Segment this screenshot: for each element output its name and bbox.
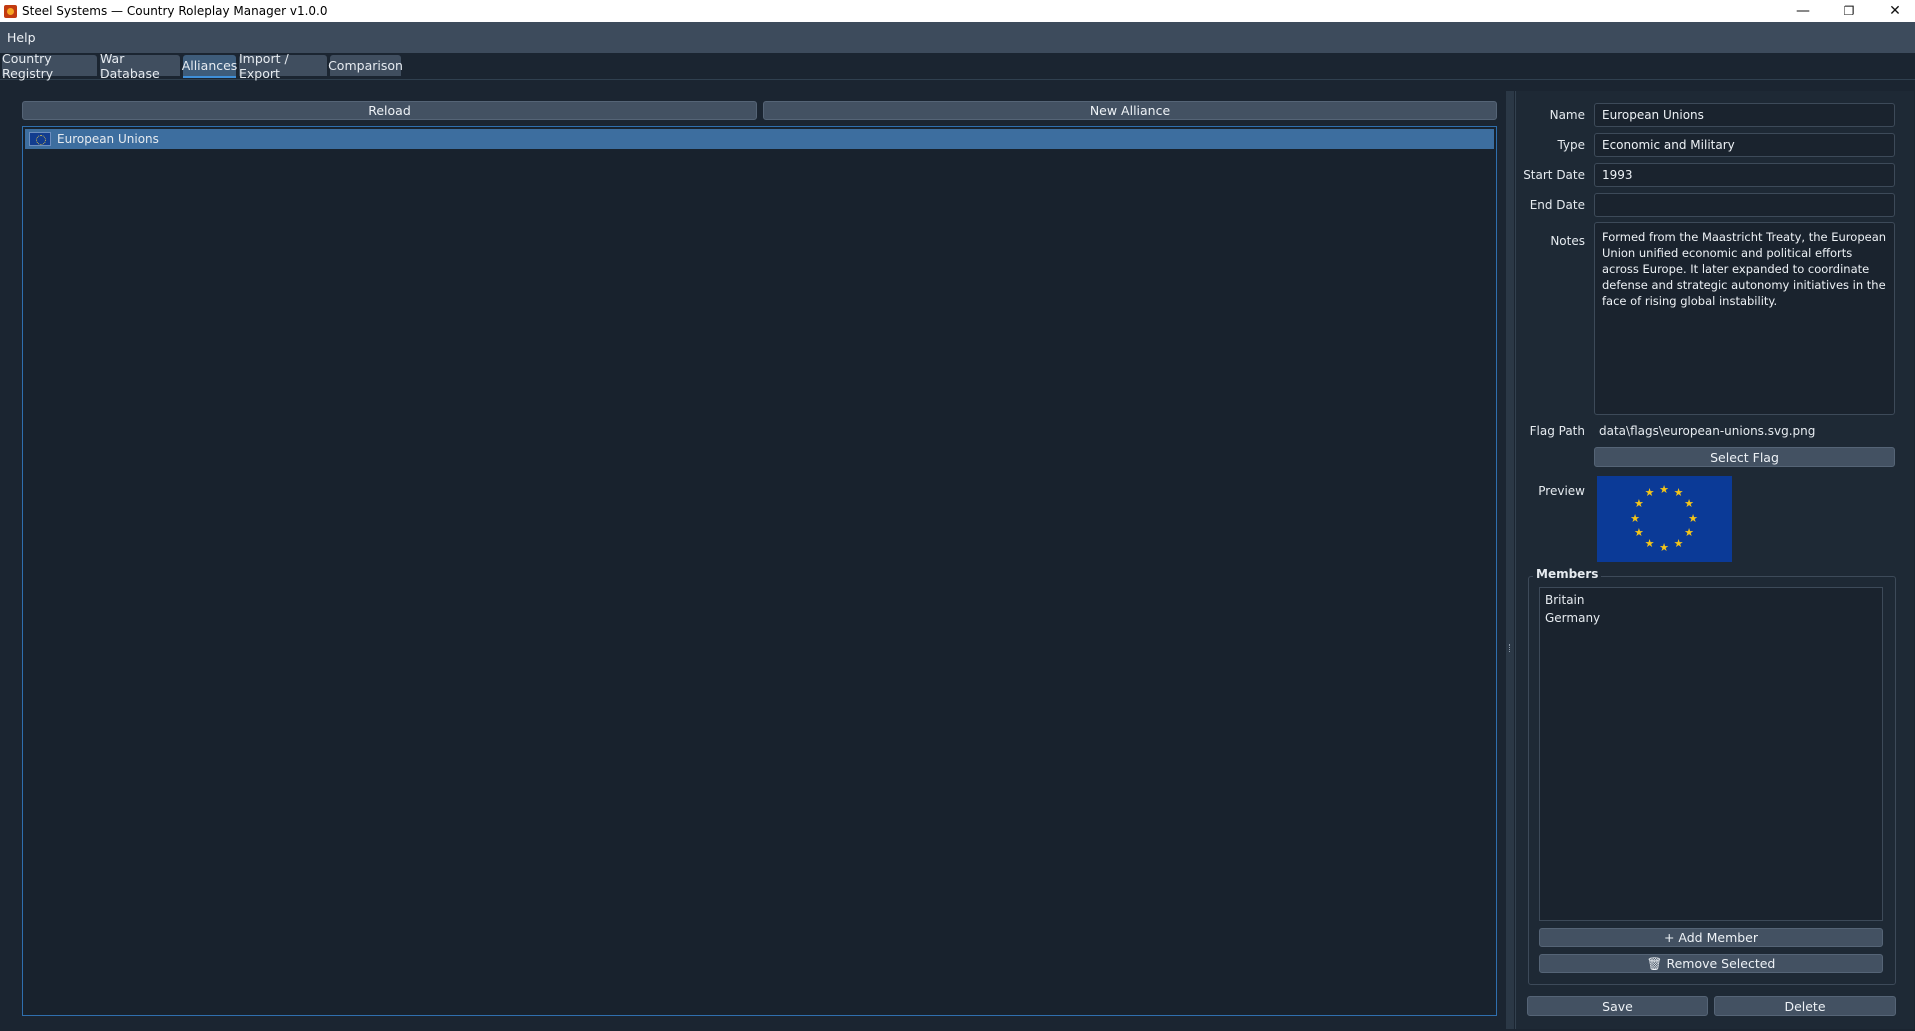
title-bar: Steel Systems — Country Roleplay Manager…	[0, 0, 1915, 22]
flag-star-icon: ★	[1644, 486, 1655, 500]
panel-splitter[interactable]	[1506, 91, 1514, 1029]
close-button[interactable]: ✕	[1872, 0, 1915, 22]
menu-help[interactable]: Help	[0, 30, 43, 45]
save-button[interactable]: Save	[1527, 996, 1708, 1016]
reload-button[interactable]: Reload	[22, 101, 757, 120]
eu-flag-icon	[29, 132, 51, 146]
select-flag-button[interactable]: Select Flag	[1594, 447, 1895, 467]
name-label: Name	[1549, 108, 1585, 122]
flag-path-label: Flag Path	[1529, 424, 1585, 438]
delete-button[interactable]: Delete	[1714, 996, 1896, 1016]
tab-strip: Country Registry War Database Alliances …	[0, 51, 1915, 81]
flag-star-icon: ★	[1659, 482, 1669, 496]
tab-alliances[interactable]: Alliances	[182, 55, 237, 78]
menu-bar: Help	[0, 22, 1915, 53]
flag-star-icon: ★	[1673, 486, 1684, 500]
members-title: Members	[1533, 567, 1602, 581]
window-title: Steel Systems — Country Roleplay Manager…	[22, 4, 328, 18]
tab-war-database[interactable]: War Database	[100, 51, 180, 81]
alliance-list[interactable]: European Unions	[22, 126, 1497, 1016]
flag-preview-image: ★ ★ ★ ★ ★ ★ ★ ★ ★ ★ ★ ★	[1597, 476, 1732, 562]
flag-star-icon: ★	[1633, 497, 1644, 510]
member-item[interactable]: Germany	[1545, 611, 1600, 625]
minimize-button[interactable]: —	[1780, 0, 1826, 22]
name-field[interactable]: European Unions	[1594, 103, 1895, 127]
flag-star-icon: ★	[1673, 536, 1684, 550]
tab-import-export[interactable]: Import / Export	[239, 51, 327, 81]
notes-textarea[interactable]: Formed from the Maastricht Treaty, the E…	[1594, 222, 1895, 415]
maximize-button[interactable]: ❐	[1826, 0, 1872, 22]
start-date-field[interactable]: 1993	[1594, 163, 1895, 187]
flag-star-icon: ★	[1684, 497, 1695, 510]
flag-star-icon: ★	[1688, 511, 1698, 525]
app-logo-icon	[4, 4, 17, 18]
splitter-grip-icon	[1509, 644, 1512, 652]
new-alliance-button[interactable]: New Alliance	[763, 101, 1497, 120]
flag-star-icon: ★	[1684, 526, 1695, 539]
preview-label: Preview	[1538, 484, 1585, 498]
remove-selected-button[interactable]: 🗑 Remove Selected	[1539, 954, 1883, 973]
notes-label: Notes	[1550, 234, 1585, 248]
alliance-row-european-unions[interactable]: European Unions	[25, 129, 1494, 149]
flag-star-icon: ★	[1644, 536, 1655, 550]
end-date-field[interactable]	[1594, 193, 1895, 217]
flag-star-icon: ★	[1633, 526, 1644, 539]
type-field[interactable]: Economic and Military	[1594, 133, 1895, 157]
end-date-label: End Date	[1529, 198, 1585, 212]
member-item[interactable]: Britain	[1545, 593, 1585, 607]
tab-comparison[interactable]: Comparison	[328, 55, 403, 76]
flag-star-icon: ★	[1659, 540, 1669, 554]
members-list[interactable]: Britain Germany	[1539, 587, 1883, 921]
flag-path-value: data\flags\european-unions.svg.png	[1599, 424, 1816, 438]
add-member-button[interactable]: + Add Member	[1539, 928, 1883, 947]
flag-star-icon: ★	[1630, 511, 1640, 525]
tab-country-registry[interactable]: Country Registry	[2, 51, 97, 81]
alliance-name: European Unions	[57, 132, 159, 146]
start-date-label: Start Date	[1523, 168, 1585, 182]
type-label: Type	[1557, 138, 1585, 152]
